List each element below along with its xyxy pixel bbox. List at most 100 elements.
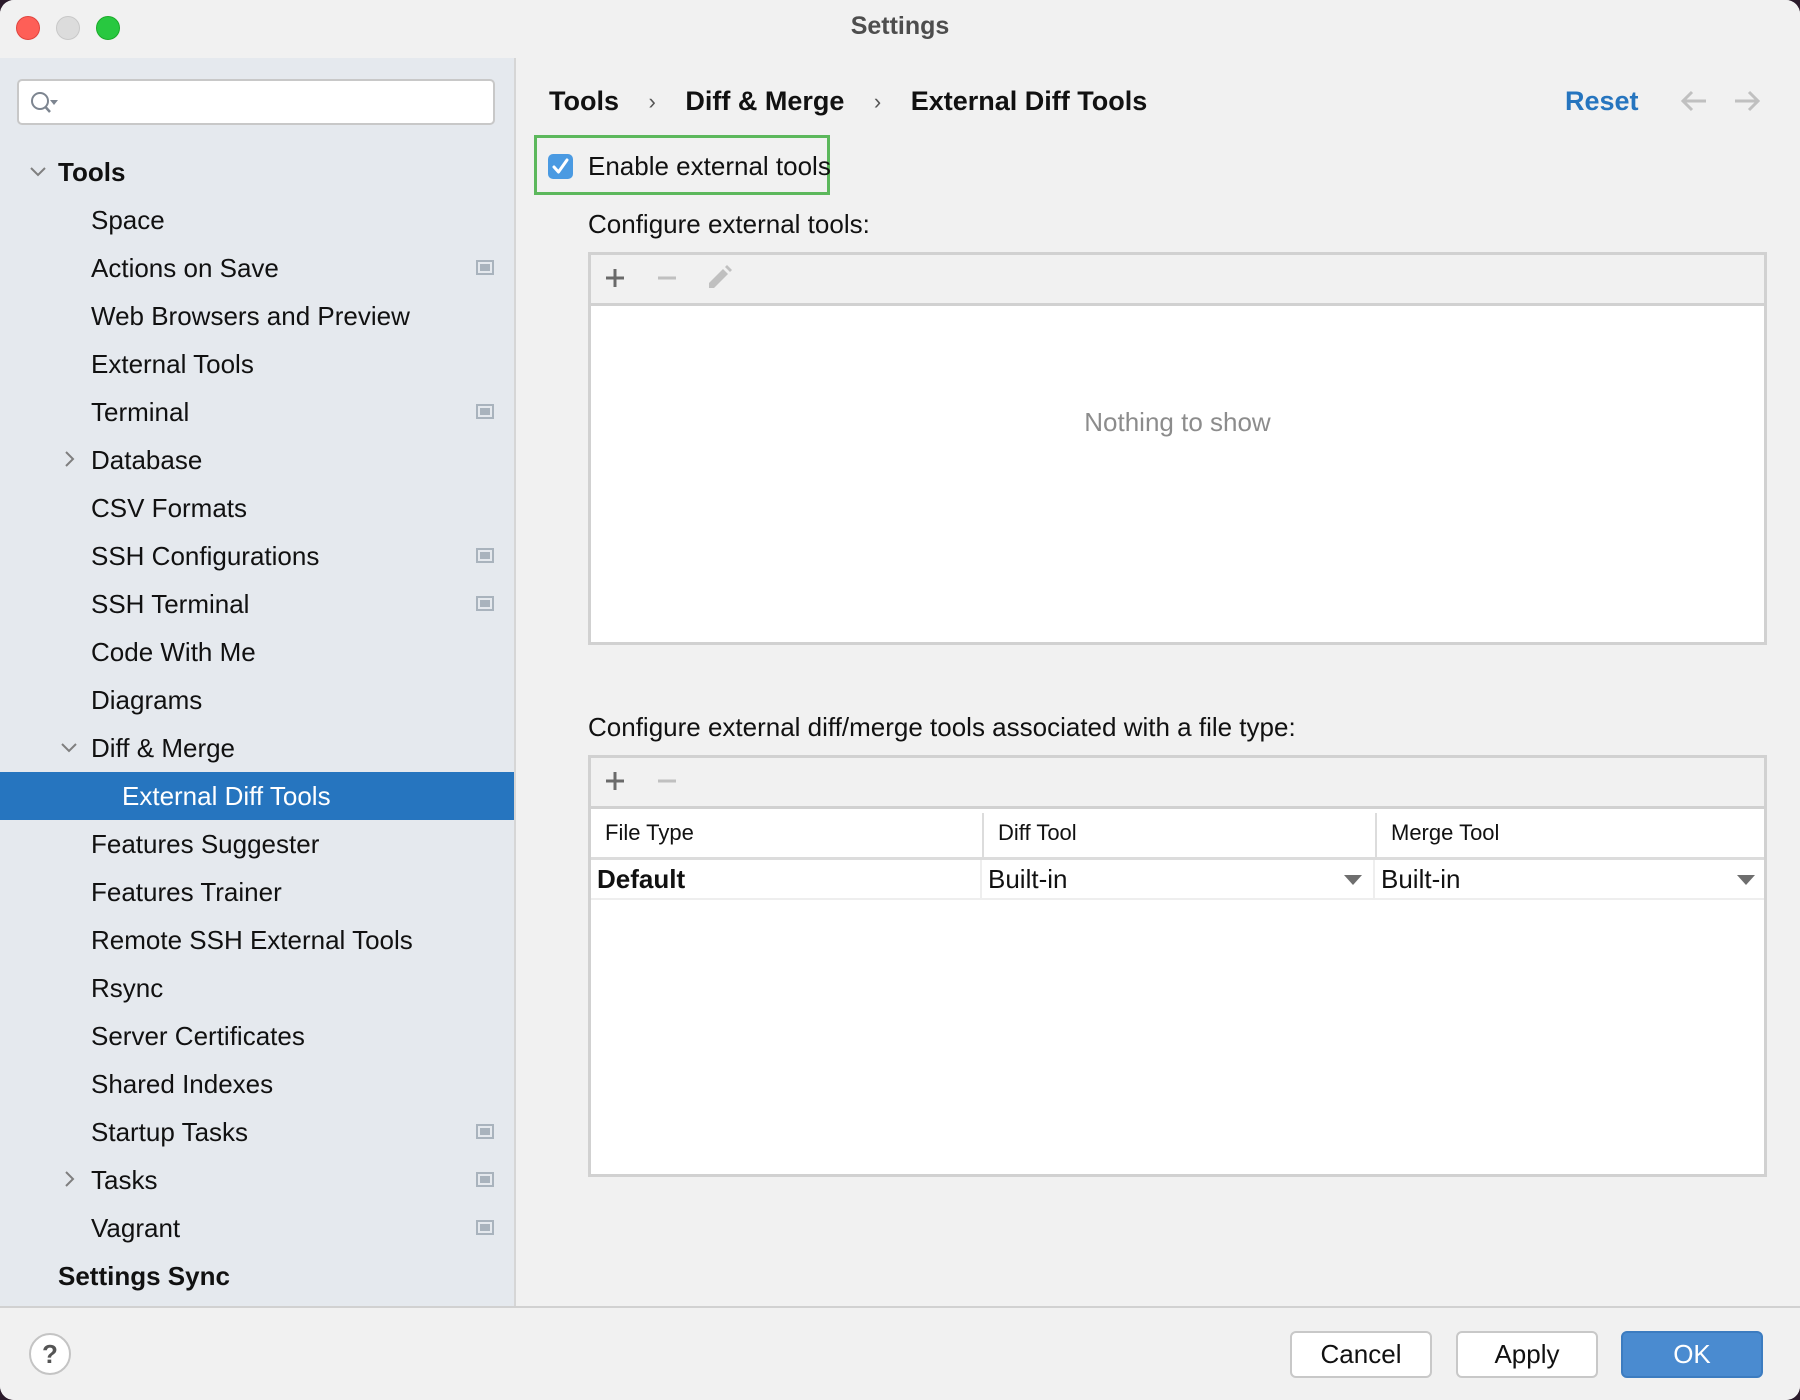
minus-icon[interactable] [653, 767, 681, 795]
column-header-diff-tool[interactable]: Diff Tool [984, 809, 1376, 857]
sidebar-item-code-with-me[interactable]: Code With Me [0, 628, 514, 676]
sidebar-item-features-suggester[interactable]: Features Suggester [0, 820, 514, 868]
arrow-right-icon[interactable] [1732, 88, 1762, 114]
sidebar-item-label: SSH Terminal [91, 589, 250, 619]
enable-external-tools-checkbox[interactable] [548, 154, 573, 179]
file-type-tools-table: File Type Diff Tool Merge Tool Default B… [588, 755, 1767, 1177]
sidebar-item-vagrant[interactable]: Vagrant [0, 1204, 514, 1252]
chevron-down-icon [1737, 875, 1755, 885]
plus-icon[interactable] [601, 767, 629, 795]
merge-tool-value: Built-in [1381, 864, 1461, 894]
sidebar-item-label: Settings Sync [58, 1261, 230, 1291]
table-row[interactable]: Default Built-in Built-in [591, 860, 1764, 900]
sidebar-item-actions-on-save[interactable]: Actions on Save [0, 244, 514, 292]
search-text-field[interactable] [67, 87, 481, 119]
external-tools-toolbar [591, 255, 1764, 306]
sidebar-item-tools[interactable]: Tools [0, 148, 514, 196]
settings-window: Settings Tools Space Actions on Save Web Br… [0, 0, 1800, 1400]
sidebar-item-settings-sync[interactable]: Settings Sync [0, 1252, 514, 1300]
pencil-icon[interactable] [705, 264, 733, 292]
sidebar-item-label: Tools [58, 157, 126, 187]
sidebar-item-rsync[interactable]: Rsync [0, 964, 514, 1012]
chevron-down-icon[interactable] [58, 736, 80, 758]
chevron-right-icon[interactable] [58, 1168, 80, 1190]
breadcrumb-item[interactable]: Diff & Merge [685, 86, 844, 117]
sidebar-item-features-trainer[interactable]: Features Trainer [0, 868, 514, 916]
sidebar-item-label: Diagrams [91, 685, 203, 715]
sidebar-item-label: Server Certificates [91, 1021, 305, 1051]
settings-search-input[interactable] [17, 79, 495, 125]
sidebar-item-label: Shared Indexes [91, 1069, 274, 1099]
sidebar-item-label: Web Browsers and Preview [91, 301, 410, 331]
chevron-right-icon[interactable] [58, 448, 80, 470]
breadcrumb-item: External Diff Tools [910, 86, 1148, 117]
project-level-icon [476, 1220, 494, 1235]
table-header: File Type Diff Tool Merge Tool [591, 809, 1764, 860]
sidebar-item-label: Features Suggester [91, 829, 320, 859]
file-type-tools-section-label: Configure external diff/merge tools asso… [588, 712, 1296, 742]
sidebar-item-database[interactable]: Database [0, 436, 514, 484]
sidebar-item-label: Tasks [91, 1165, 158, 1195]
external-tools-list: Nothing to show [588, 252, 1767, 645]
settings-content: Tools › Diff & Merge › External Diff Too… [516, 58, 1800, 1306]
enable-external-tools-label[interactable]: Enable external tools [588, 151, 831, 182]
sidebar-item-external-tools[interactable]: External Tools [0, 340, 514, 388]
sidebar-item-csv-formats[interactable]: CSV Formats [0, 484, 514, 532]
sidebar-item-startup-tasks[interactable]: Startup Tasks [0, 1108, 514, 1156]
minus-icon[interactable] [653, 264, 681, 292]
project-level-icon [476, 548, 494, 563]
sidebar-item-diagrams[interactable]: Diagrams [0, 676, 514, 724]
sidebar-item-ssh-terminal[interactable]: SSH Terminal [0, 580, 514, 628]
window-title: Settings [850, 12, 950, 40]
title-bar: Settings [0, 0, 1800, 58]
project-level-icon [476, 260, 494, 275]
sidebar-item-server-certificates[interactable]: Server Certificates [0, 1012, 514, 1060]
sidebar-item-diff-merge[interactable]: Diff & Merge [0, 724, 514, 772]
sidebar-item-label: CSV Formats [91, 493, 248, 523]
sidebar-item-tasks[interactable]: Tasks [0, 1156, 514, 1204]
settings-sidebar: Tools Space Actions on Save Web Browsers an… [0, 58, 516, 1306]
chevron-down-icon [1344, 875, 1362, 885]
sidebar-item-label: Rsync [91, 973, 164, 1003]
sidebar-item-external-diff-tools[interactable]: External Diff Tools [0, 772, 514, 820]
sidebar-item-label: Startup Tasks [91, 1117, 249, 1147]
file-type-tools-toolbar [591, 758, 1764, 809]
chevron-down-icon[interactable] [27, 160, 49, 182]
external-tools-section-label: Configure external tools: [588, 209, 870, 239]
arrow-left-icon[interactable] [1679, 88, 1709, 114]
diff-tool-value: Built-in [988, 864, 1068, 894]
ok-button[interactable]: OK [1621, 1331, 1763, 1378]
diff-tool-dropdown[interactable]: Built-in [982, 860, 1374, 898]
sidebar-item-label: Database [91, 445, 203, 475]
breadcrumb-separator: › [648, 88, 656, 114]
column-header-file-type[interactable]: File Type [591, 809, 983, 857]
sidebar-item-space[interactable]: Space [0, 196, 514, 244]
search-icon [31, 92, 58, 113]
sidebar-item-shared-indexes[interactable]: Shared Indexes [0, 1060, 514, 1108]
sidebar-item-label: External Tools [91, 349, 254, 379]
file-type-cell: Default [597, 864, 686, 894]
sidebar-item-web-browsers-and-preview[interactable]: Web Browsers and Preview [0, 292, 514, 340]
sidebar-item-label: Terminal [91, 397, 190, 427]
checkmark-icon [552, 158, 569, 174]
empty-list-message: Nothing to show [1084, 407, 1271, 437]
sidebar-item-ssh-configurations[interactable]: SSH Configurations [0, 532, 514, 580]
apply-button[interactable]: Apply [1456, 1331, 1598, 1378]
sidebar-item-label: Actions on Save [91, 253, 279, 283]
sidebar-item-label: Features Trainer [91, 877, 282, 907]
merge-tool-dropdown[interactable]: Built-in [1375, 860, 1765, 898]
help-button[interactable]: ? [29, 1333, 71, 1375]
reset-link[interactable]: Reset [1565, 86, 1639, 117]
sidebar-item-remote-ssh-external-tools[interactable]: Remote SSH External Tools [0, 916, 514, 964]
breadcrumb-separator: › [873, 88, 882, 114]
sidebar-item-label: Vagrant [91, 1213, 181, 1243]
plus-icon[interactable] [601, 264, 629, 292]
breadcrumb-item[interactable]: Tools [549, 86, 619, 117]
dialog-footer: ? Cancel Apply OK [0, 1306, 1800, 1400]
sidebar-item-terminal[interactable]: Terminal [0, 388, 514, 436]
column-header-merge-tool[interactable]: Merge Tool [1377, 809, 1767, 857]
cancel-button[interactable]: Cancel [1290, 1331, 1432, 1378]
project-level-icon [476, 1172, 494, 1187]
sidebar-item-label: Code With Me [91, 637, 256, 667]
project-level-icon [476, 404, 494, 419]
